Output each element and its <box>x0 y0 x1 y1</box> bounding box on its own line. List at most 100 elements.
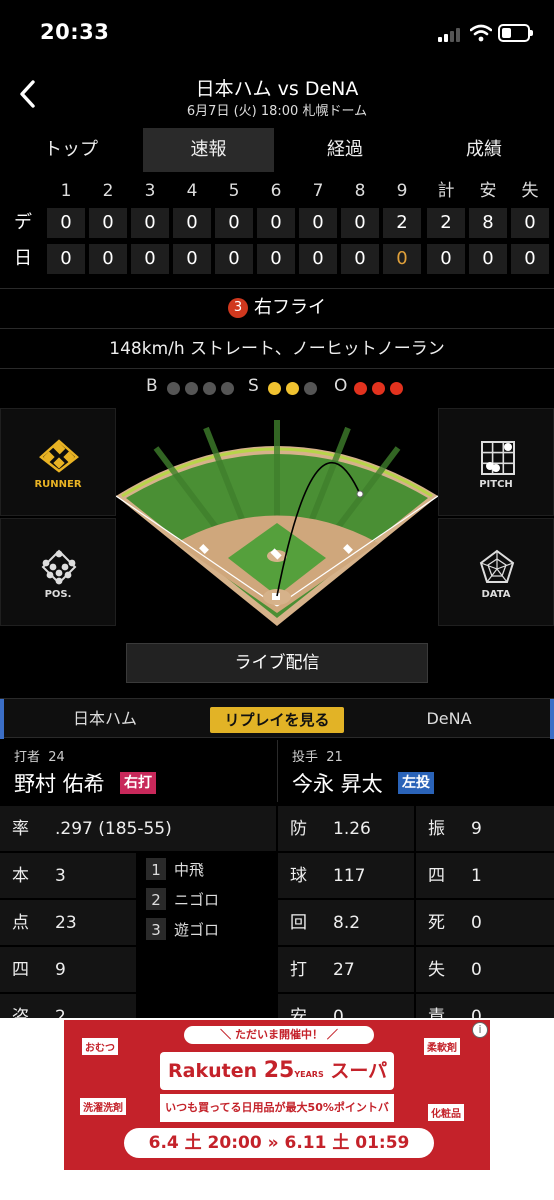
ad-tag-detergent: 洗濯洗剤 <box>80 1098 126 1115</box>
inning-header: 1 <box>60 181 72 201</box>
score-cell: 0 <box>511 208 549 238</box>
score-cell: 0 <box>257 208 295 238</box>
team-label-home: 日 <box>14 248 32 269</box>
inning-header: 5 <box>228 181 240 201</box>
pitcher-stat: 振9 <box>428 819 482 839</box>
score-cell: 0 <box>131 208 169 238</box>
baseball-field <box>116 408 438 626</box>
ball-dot <box>203 382 216 395</box>
batter-name: 野村 佑希 <box>14 772 105 796</box>
score-cell: 0 <box>173 244 211 274</box>
score-cell: 0 <box>89 244 127 274</box>
ad-info-icon[interactable]: i <box>472 1022 488 1038</box>
game-title: 日本ハム vs DeNA <box>195 78 359 100</box>
score-cell: 0 <box>47 244 85 274</box>
play-result-text: 右フライ <box>254 297 326 318</box>
divider <box>0 328 554 329</box>
out-dot <box>372 382 385 395</box>
ad-tag-diapers: おむつ <box>82 1038 118 1055</box>
ad-title: Rakuten 25YEARS スーパーSALE <box>160 1052 394 1124</box>
ball-label: B <box>146 376 158 396</box>
batter-role: 打者 24 <box>14 750 65 765</box>
tab-stats[interactable]: 成績 <box>414 128 554 172</box>
replay-bar: 日本ハム リプレイを見る DeNA <box>0 698 554 739</box>
batter-card[interactable]: 打者 24 野村 佑希 右打 <box>0 742 276 802</box>
pitcher-stat: 四1 <box>428 866 482 886</box>
runner-label: RUNNER <box>34 479 82 490</box>
score-cell: 0 <box>469 244 507 274</box>
pitch-description: 148km/h ストレート、ノーヒットノーラン <box>109 339 445 359</box>
position-diamond-icon <box>41 549 77 585</box>
strike-dot <box>268 382 281 395</box>
divider <box>0 368 554 369</box>
batter-order-badge: 3 <box>228 298 248 318</box>
batter-stat: 四9 <box>12 960 66 980</box>
score-cell: 0 <box>89 208 127 238</box>
game-subtitle: 6月7日 (火) 18:00 札幌ドーム <box>186 104 368 119</box>
ad-subtitle: いつも買ってる日用品が最大50%ポイントバック <box>160 1094 394 1142</box>
ad-dates: 6.4 土 20:00 » 6.11 土 01:59 <box>124 1128 434 1158</box>
ad-tag-cosmetics: 化粧品 <box>428 1104 464 1121</box>
home-team-name: 日本ハム <box>72 709 137 728</box>
at-bat-result: 2 ニゴロ <box>146 888 219 912</box>
inning-header: 2 <box>102 181 114 201</box>
at-bat-result: 1 中飛 <box>146 858 204 882</box>
batter-stat: 点 23 <box>12 913 77 933</box>
runner-diamond-icon <box>39 439 79 473</box>
tab-top[interactable]: トップ <box>0 128 142 172</box>
tab-live-update[interactable]: 速報 <box>143 128 274 172</box>
batter-hand-badge: 右打 <box>120 772 156 794</box>
position-button[interactable]: POS. <box>0 518 116 626</box>
pitcher-role: 投手 21 <box>292 750 343 765</box>
batter-stat: 本3 <box>12 866 66 886</box>
out-dot <box>354 382 367 395</box>
radar-chart-icon <box>479 549 515 583</box>
score-cell: 0 <box>299 208 337 238</box>
game-header: 日本ハム vs DeNA 6月7日 (火) 18:00 札幌ドーム <box>0 66 554 128</box>
score-cell: 0 <box>215 244 253 274</box>
live-stream-button[interactable]: ライブ配信 <box>126 643 428 683</box>
tab-progress[interactable]: 経過 <box>276 128 414 172</box>
play-result: 3 右フライ <box>0 290 554 326</box>
pitcher-stat: 回 8.2 <box>290 913 361 933</box>
status-bar: 20:33 <box>0 0 554 66</box>
pitcher-hand-badge: 左投 <box>398 772 434 794</box>
strike-dot <box>304 382 317 395</box>
field-panel: RUNNER POS. PITCH DATA <box>0 408 554 626</box>
watch-replay-button[interactable]: リプレイを見る <box>210 707 344 733</box>
pitch-button[interactable]: PITCH <box>438 408 554 516</box>
score-cell: 0 <box>511 244 549 274</box>
data-label: DATA <box>481 589 511 600</box>
score-cell: 8 <box>469 208 507 238</box>
inning-header: 計 <box>437 181 455 201</box>
ball-strike-out-count: B S O <box>0 372 554 402</box>
out-dot <box>390 382 403 395</box>
score-cell: 0 <box>383 244 421 274</box>
out-label: O <box>334 376 348 396</box>
pitcher-stat: 失0 <box>428 960 482 980</box>
ad-banner[interactable]: ＼ ただいま開催中！ ／ Rakuten 25YEARS スーパーSALE いつ… <box>0 1018 554 1200</box>
score-cell: 2 <box>383 208 421 238</box>
score-cell: 0 <box>299 244 337 274</box>
score-cell: 2 <box>427 208 465 238</box>
ball-dot <box>185 382 198 395</box>
data-button[interactable]: DATA <box>438 518 554 626</box>
position-label: POS. <box>44 589 72 600</box>
rakuten-sale-ad[interactable]: ＼ ただいま開催中！ ／ Rakuten 25YEARS スーパーSALE いつ… <box>64 1020 490 1170</box>
ball-dot <box>167 382 180 395</box>
inning-header: 6 <box>270 181 282 201</box>
pitcher-stat: 死0 <box>428 913 482 933</box>
divider <box>277 740 278 802</box>
status-time: 20:33 <box>40 20 110 44</box>
inning-header: 4 <box>186 181 198 201</box>
runner-button[interactable]: RUNNER <box>0 408 116 516</box>
inning-header: 3 <box>144 181 156 201</box>
pitcher-name: 今永 昇太 <box>292 772 383 796</box>
pitcher-card[interactable]: 投手 21 今永 昇太 左投 <box>278 742 554 802</box>
ad-headline: ＼ ただいま開催中！ ／ <box>184 1026 374 1044</box>
pitch-label: PITCH <box>479 479 513 490</box>
game-tabs: トップ 速報 経過 成績 <box>0 128 554 172</box>
inning-header: 安 <box>479 181 497 201</box>
inning-header: 8 <box>354 181 366 201</box>
team-label-away: デ <box>14 212 32 233</box>
